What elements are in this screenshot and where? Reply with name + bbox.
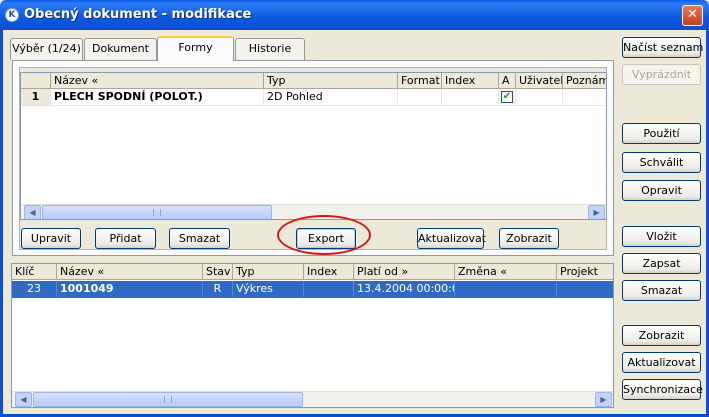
tab-formy[interactable]: Formy	[157, 36, 234, 61]
cell-uzivatel[interactable]	[516, 89, 563, 105]
cell-plati-od[interactable]: 13.4.2004 00:00:00	[354, 281, 455, 297]
window-frame-left	[0, 30, 3, 417]
cell-index[interactable]	[442, 89, 499, 105]
column-header-nazev-doc[interactable]: Název «	[57, 264, 203, 280]
cell-a: ✔	[499, 89, 516, 105]
forms-grid[interactable]: Název « Typ Format Index A Uživatel Pozn…	[20, 72, 607, 220]
documents-horizontal-scrollbar[interactable]: ◀ ▶	[12, 391, 613, 407]
synchronizace-button[interactable]: Synchronizace	[622, 379, 703, 400]
column-header-typ-doc[interactable]: Typ	[233, 264, 304, 280]
column-header-a[interactable]: A	[499, 73, 516, 89]
column-header-stav[interactable]: Stav	[203, 264, 233, 280]
cell-typ-doc[interactable]: Výkres	[233, 281, 304, 297]
aktualizovat-forma-button[interactable]: Aktualizovat	[417, 228, 486, 249]
column-header-poznamka[interactable]: Poznámk	[563, 73, 606, 89]
window-title: Obecný dokument - modifikace	[24, 7, 252, 22]
smazat-forma-button[interactable]: Smazat	[169, 228, 230, 249]
cell-index-doc[interactable]	[304, 281, 354, 297]
scroll-left-button[interactable]: ◀	[24, 205, 41, 219]
aktualizovat-button[interactable]: Aktualizovat	[622, 352, 701, 373]
opravit-button[interactable]: Opravit	[622, 180, 701, 201]
column-header-typ[interactable]: Typ	[264, 73, 398, 89]
column-header-index[interactable]: Index	[442, 73, 499, 89]
cell-nazev-doc[interactable]: 1001049	[57, 281, 203, 297]
scroll-grip	[164, 396, 172, 403]
column-header-index-doc[interactable]: Index	[304, 264, 354, 280]
column-header-klic[interactable]: Klíč	[12, 264, 57, 280]
zobrazit-button[interactable]: Zobrazit	[622, 325, 701, 346]
cell-stav[interactable]: R	[203, 281, 233, 297]
scroll-thumb[interactable]	[42, 205, 272, 219]
cell-klic[interactable]: 23	[12, 281, 57, 297]
tab-historie[interactable]: Historie	[235, 38, 305, 60]
close-button[interactable]: ✕	[682, 5, 703, 26]
column-header-nazev[interactable]: Název «	[51, 73, 264, 89]
schvalit-button[interactable]: Schválit	[622, 152, 701, 173]
row-number: 1	[21, 89, 51, 105]
export-highlight-ring	[277, 215, 371, 255]
tab-vyber[interactable]: Výběr (1/24)	[10, 38, 83, 60]
column-header-uzivatel[interactable]: Uživatel	[516, 73, 563, 89]
smazat-button[interactable]: Smazat	[622, 280, 701, 301]
row-number-header	[21, 73, 51, 89]
scroll-right-button[interactable]: ▶	[595, 392, 612, 407]
zobrazit-forma-button[interactable]: Zobrazit	[499, 228, 559, 249]
vyprazdnit-button[interactable]: Vyprázdnit	[622, 64, 701, 85]
column-header-plati-od[interactable]: Platí od »	[354, 264, 455, 280]
upravit-button[interactable]: Upravit	[21, 228, 81, 249]
scroll-thumb[interactable]	[33, 392, 303, 407]
cell-projekt[interactable]	[557, 281, 613, 297]
cell-poznamka[interactable]	[563, 89, 606, 105]
cell-nazev[interactable]: PLECH SPODNÍ (POLOT.)	[51, 89, 264, 105]
table-row[interactable]: 1 PLECH SPODNÍ (POLOT.) 2D Pohled ✔	[21, 89, 606, 106]
scroll-left-button[interactable]: ◀	[15, 392, 32, 407]
cell-zmena[interactable]	[455, 281, 557, 297]
column-header-zmena[interactable]: Změna «	[455, 264, 557, 280]
documents-grid[interactable]: Klíč Název « Stav Typ Index Platí od » Z…	[11, 263, 614, 408]
app-icon: K	[5, 8, 19, 22]
scroll-right-button[interactable]: ▶	[588, 205, 605, 219]
tab-dokument[interactable]: Dokument	[84, 38, 157, 60]
cell-format[interactable]	[398, 89, 442, 105]
pouziti-button[interactable]: Použití	[622, 123, 701, 144]
cell-typ[interactable]: 2D Pohled	[264, 89, 398, 105]
pridat-button[interactable]: Přidat	[95, 228, 156, 249]
checkbox-a[interactable]: ✔	[501, 91, 513, 103]
table-row-selected[interactable]: 23 1001049 R Výkres 13.4.2004 00:00:00	[12, 281, 613, 298]
nacist-seznam-button[interactable]: Načíst seznam	[622, 37, 703, 58]
column-header-format[interactable]: Format	[398, 73, 442, 89]
scroll-grip	[153, 209, 161, 216]
zapsat-button[interactable]: Zapsat	[622, 253, 701, 274]
column-header-projekt[interactable]: Projekt	[557, 264, 613, 280]
vlozit-button[interactable]: Vložit	[622, 226, 701, 247]
